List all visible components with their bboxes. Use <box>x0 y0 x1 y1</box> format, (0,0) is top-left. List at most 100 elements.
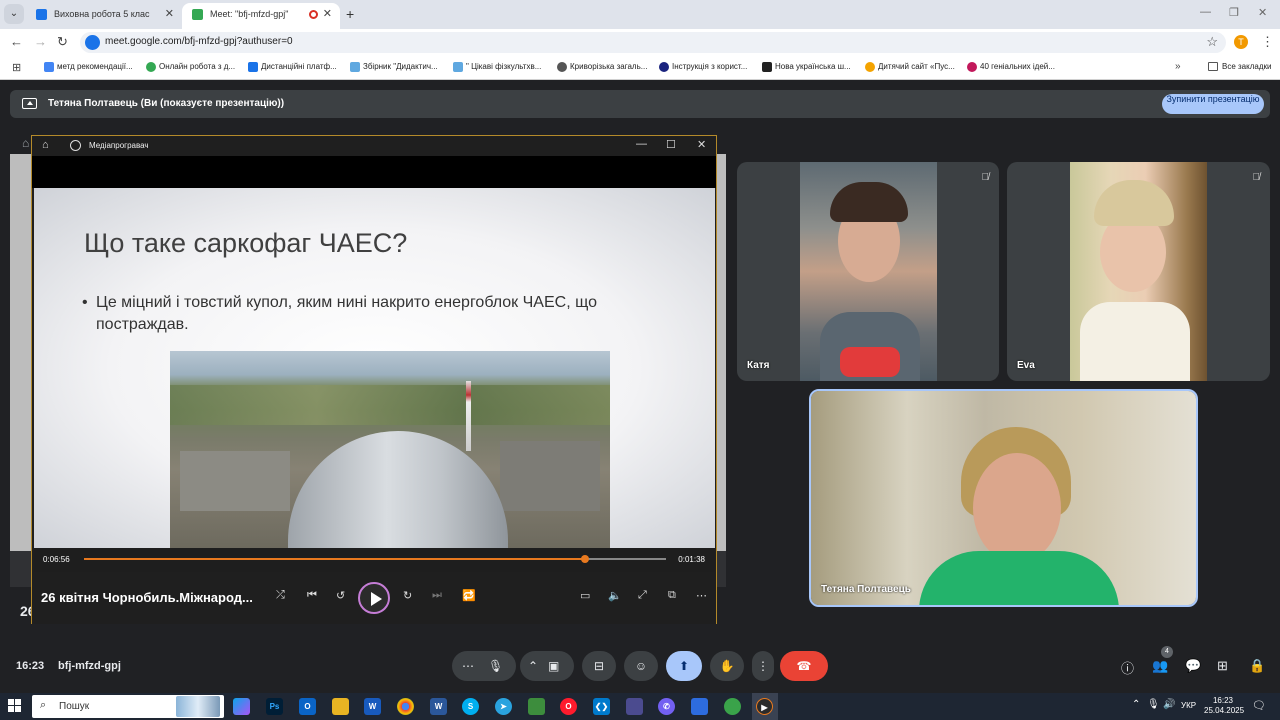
tab-close-icon[interactable]: ✕ <box>165 3 174 25</box>
minimize-icon[interactable]: — <box>636 138 647 150</box>
taskbar-search[interactable]: ⌕ Пошук <box>32 695 224 718</box>
stop-presenting-button[interactable]: Зупинити презентацію <box>1162 94 1264 114</box>
reactions-button[interactable]: ☺ <box>624 651 658 681</box>
home-icon[interactable]: ⌂ <box>42 139 49 151</box>
media-player-taskbar-icon[interactable]: ▶ <box>756 698 773 715</box>
opera-icon[interactable]: O <box>560 698 577 715</box>
store-icon[interactable] <box>528 698 545 715</box>
vscode-icon[interactable]: ❮❯ <box>593 698 610 715</box>
address-bar[interactable]: meet.google.com/bfj-mfzd-gpj?authuser=0 … <box>80 32 1226 53</box>
video-frame-slide[interactable]: Що таке саркофаг ЧАЕС? Це міцний і товст… <box>34 188 715 548</box>
video-settings-icon[interactable]: ⌃ <box>528 651 538 681</box>
apps-grid-icon[interactable]: ⊞ <box>12 61 21 74</box>
mic-off-icon: 🎙̸ <box>981 172 990 183</box>
all-bookmarks-button[interactable]: Все закладки <box>1208 62 1271 71</box>
more-options-icon[interactable]: ⋯ <box>696 589 707 602</box>
seek-track[interactable] <box>84 555 666 563</box>
green-app-icon[interactable] <box>724 698 741 715</box>
bookmark-item[interactable]: Онлайн робота з д... <box>146 62 235 72</box>
microphone-tray-icon[interactable]: 🎙 <box>1147 699 1160 710</box>
audio-settings-icon[interactable]: ⋯ <box>462 651 474 681</box>
host-controls-icon[interactable]: 🔒 <box>1249 658 1265 674</box>
tab-meet[interactable]: Meet: "bfj-mfzd-gpj" ✕ <box>182 3 340 29</box>
word-icon[interactable]: W <box>364 698 381 715</box>
seek-bar[interactable]: 0:06:56 0:01:38 <box>34 548 715 572</box>
restore-icon[interactable]: ❐ <box>1229 6 1239 19</box>
telegram-icon[interactable]: ➤ <box>495 698 512 715</box>
tray-chevron-icon[interactable]: ⌃ <box>1132 699 1140 710</box>
participant-tile-teacher[interactable]: Тетяна Полтавець <box>809 389 1198 607</box>
notifications-icon[interactable]: 🗨 <box>1252 699 1266 712</box>
miniplayer-icon[interactable]: ⧉ <box>668 589 676 602</box>
photoshop-icon[interactable]: Ps <box>266 698 283 715</box>
bookmarks-overflow-icon[interactable]: » <box>1175 61 1181 72</box>
chat-icon[interactable]: 💬 <box>1185 658 1201 674</box>
vs-icon[interactable] <box>691 698 708 715</box>
taskbar-clock[interactable]: 16:23 25.04.2025 <box>1204 696 1244 716</box>
file-explorer-icon[interactable] <box>332 698 349 715</box>
input-language[interactable]: УКР <box>1181 701 1196 710</box>
fullscreen-icon[interactable]: ⤢ <box>638 589 647 602</box>
copilot-icon[interactable] <box>233 698 250 715</box>
url-text[interactable]: meet.google.com/bfj-mfzd-gpj?authuser=0 <box>105 36 293 47</box>
repeat-off-icon[interactable]: 🔁 <box>462 589 476 602</box>
microphone-icon[interactable]: 🎙 <box>488 651 503 681</box>
bookmark-item[interactable]: Дистанційні платф... <box>248 62 337 72</box>
bookmark-item[interactable]: Збірник "Дидактич... <box>350 62 438 72</box>
bookmark-item[interactable]: Інструкція з корист... <box>659 62 747 72</box>
outlook-icon[interactable]: O <box>299 698 316 715</box>
minimize-icon[interactable]: — <box>1200 6 1211 18</box>
next-icon[interactable]: ⏭ <box>432 589 442 602</box>
reload-icon[interactable]: ↻ <box>57 34 68 50</box>
volume-tray-icon[interactable]: 🔊 <box>1163 699 1175 710</box>
back-icon[interactable]: ← <box>10 34 23 49</box>
raise-hand-button[interactable]: ✋ <box>710 651 744 681</box>
play-button[interactable] <box>358 582 390 614</box>
bookmark-star-icon[interactable]: ☆ <box>1206 34 1218 50</box>
previous-icon[interactable]: ⏮ <box>307 589 317 602</box>
shuffle-icon[interactable]: ⤮ <box>276 589 285 602</box>
info-icon[interactable]: ⓘ <box>1121 658 1134 677</box>
maximize-icon[interactable]: ☐ <box>666 138 676 151</box>
close-window-icon[interactable]: ✕ <box>1258 6 1267 19</box>
bookmark-item[interactable]: Нова українська ш... <box>762 62 851 72</box>
whiteboard-icon[interactable]: W <box>430 698 447 715</box>
bookmark-item[interactable]: " Цікаві фізкультхв... <box>453 62 541 72</box>
close-icon[interactable]: ✕ <box>697 138 706 151</box>
chrome-icon[interactable] <box>397 698 414 715</box>
meet-site-icon[interactable] <box>85 35 100 50</box>
bookmark-item[interactable]: Криворізька загаль... <box>557 62 647 72</box>
forward-icon[interactable]: ↻ <box>403 589 412 602</box>
activities-icon[interactable]: ⊞ <box>1217 658 1228 674</box>
tab-vykhovna[interactable]: Виховна робота 5 клас ✕ <box>26 3 182 29</box>
media-player-window[interactable]: ⌂ Медіапрогравач — ☐ ✕ Що таке саркофаг … <box>31 135 717 624</box>
windows-start-icon[interactable] <box>8 699 22 713</box>
save-app-icon[interactable] <box>626 698 643 715</box>
seek-thumb[interactable] <box>580 555 589 563</box>
people-icon[interactable]: 👥 <box>1152 658 1168 674</box>
subtitles-icon[interactable]: ▭ <box>580 589 590 602</box>
bookmark-item[interactable]: метд рекомендації... <box>44 62 133 72</box>
skype-icon[interactable]: S <box>462 698 479 715</box>
volume-icon[interactable]: 🔈 <box>608 589 622 602</box>
captions-button[interactable]: ⊟ <box>582 651 616 681</box>
present-button[interactable]: ⬆ <box>666 651 702 681</box>
leave-call-button[interactable]: ☎ <box>780 651 828 681</box>
bookmark-item[interactable]: Дитячий сайт «Пус... <box>865 62 955 72</box>
participant-tile-katya[interactable]: 🎙̸ Катя <box>737 162 999 381</box>
media-player-titlebar[interactable]: ⌂ Медіапрогравач — ☐ ✕ <box>32 136 716 156</box>
tab-close-icon[interactable]: ✕ <box>323 3 332 25</box>
more-options-button[interactable]: ⋮ <box>752 651 774 681</box>
tab-search-chevron-icon[interactable]: ⌄ <box>4 4 24 24</box>
rewind-icon[interactable]: ↺ <box>336 589 345 602</box>
new-tab-button[interactable]: + <box>346 6 354 22</box>
viber-icon[interactable]: ✆ <box>658 698 675 715</box>
bookmark-item[interactable]: 40 геніальних ідей... <box>967 62 1055 72</box>
bookmark-label: Збірник "Дидактич... <box>363 62 438 71</box>
participant-tile-eva[interactable]: 🎙̸ Eva <box>1007 162 1270 381</box>
ideas-icon <box>967 62 977 72</box>
chrome-menu-icon[interactable]: ⋮ <box>1261 34 1274 50</box>
profile-avatar[interactable]: T <box>1234 35 1248 49</box>
camera-icon[interactable]: ▣ <box>548 651 559 681</box>
forward-icon[interactable]: → <box>34 34 47 49</box>
